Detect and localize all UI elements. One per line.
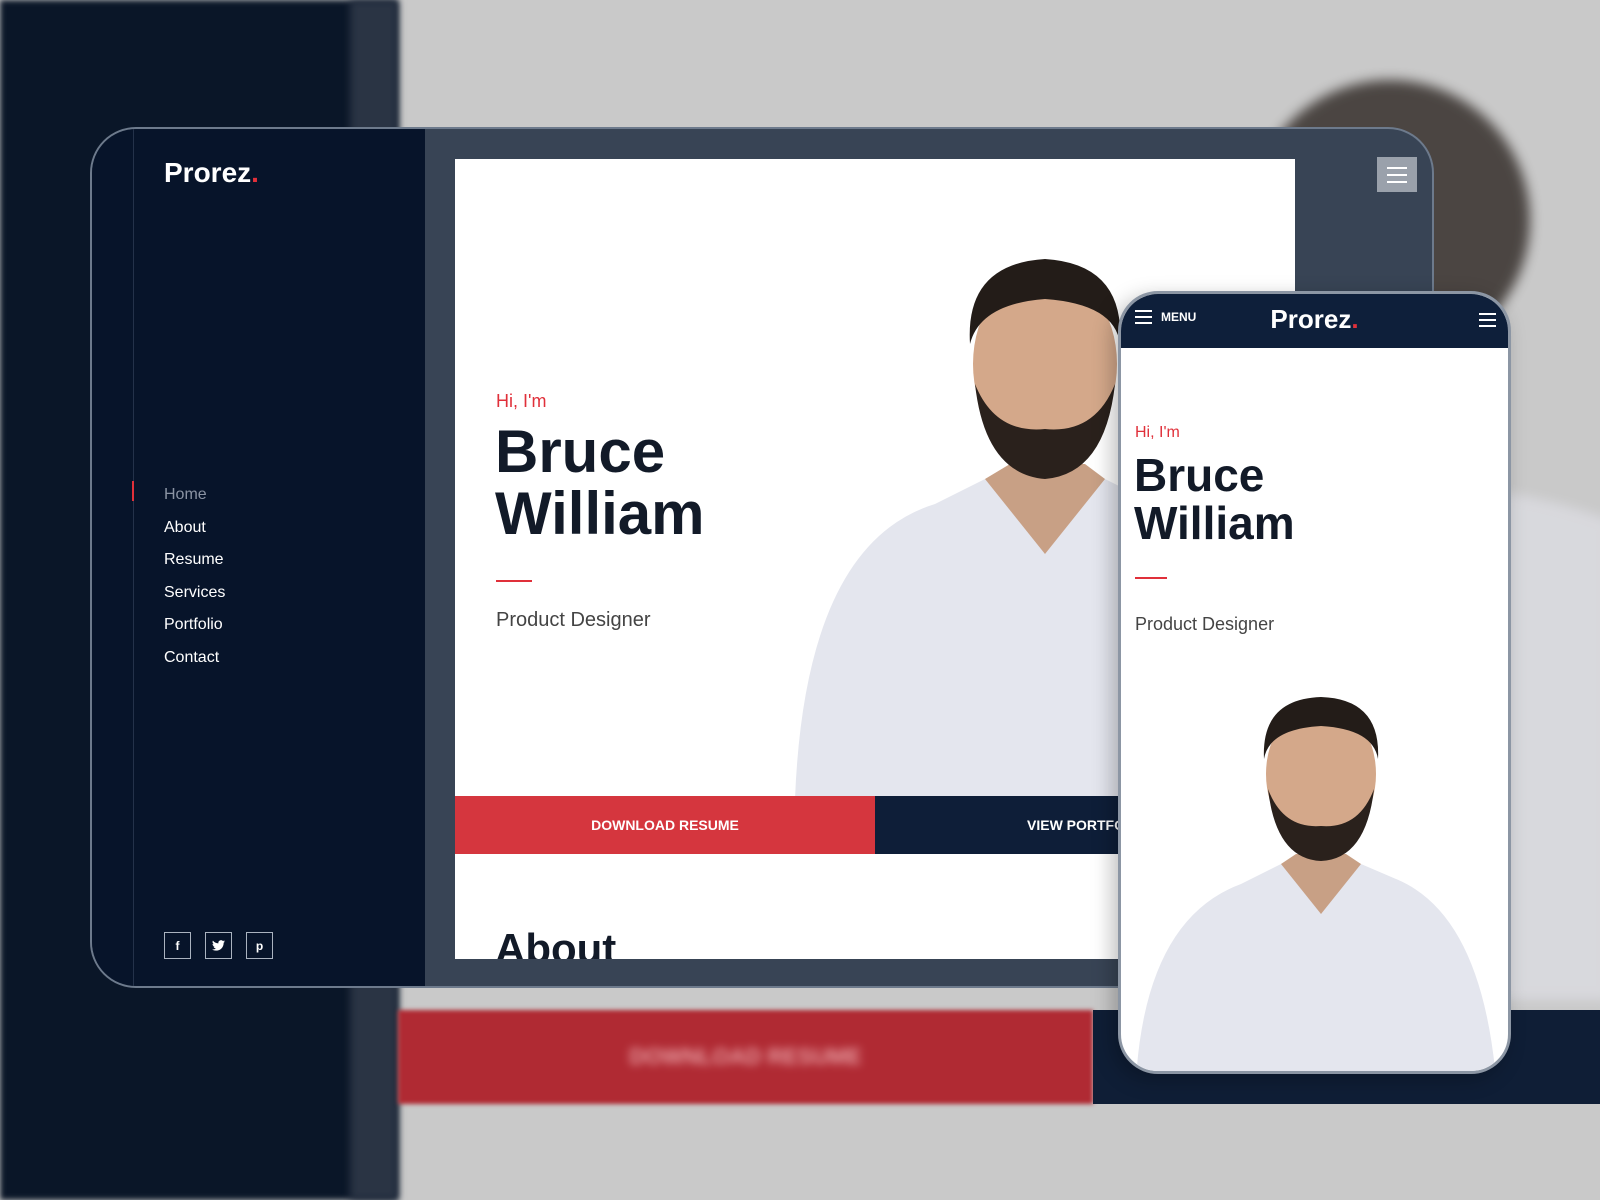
- mobile-hamburger-icon[interactable]: [1479, 313, 1496, 327]
- pinterest-icon[interactable]: p: [246, 932, 273, 959]
- mobile-logo-text: Prorez: [1270, 304, 1352, 334]
- background-download-label: DOWNLOAD RESUME: [629, 1044, 862, 1069]
- about-heading: About: [495, 925, 617, 959]
- mobile-hero-portrait: [1136, 697, 1496, 1071]
- background-download-button-blur: DOWNLOAD RESUME: [398, 1010, 1093, 1104]
- mobile-hero-first-name: Bruce: [1134, 449, 1265, 501]
- mobile-logo[interactable]: Prorez.: [1121, 304, 1508, 335]
- logo[interactable]: Prorez.: [164, 157, 259, 189]
- mobile-hero-divider: [1135, 577, 1167, 579]
- hero-role: Product Designer: [496, 609, 651, 631]
- sidebar-item-services[interactable]: Services: [164, 577, 225, 610]
- sidebar-item-home[interactable]: Home: [164, 479, 225, 512]
- social-links: f p: [164, 932, 273, 959]
- mobile-hero-last-name: William: [1134, 497, 1295, 549]
- sidebar-rail: [133, 129, 134, 986]
- download-resume-button[interactable]: DOWNLOAD RESUME: [455, 796, 875, 854]
- mobile-logo-dot: .: [1351, 304, 1359, 334]
- logo-dot: .: [251, 157, 259, 188]
- sidebar-item-resume[interactable]: Resume: [164, 544, 225, 577]
- sidebar-item-about[interactable]: About: [164, 512, 225, 545]
- sidebar-item-portfolio[interactable]: Portfolio: [164, 609, 225, 642]
- sidebar-nav: Home About Resume Services Portfolio Con…: [164, 479, 225, 675]
- hamburger-menu-button[interactable]: [1377, 157, 1417, 192]
- mobile-hero-greeting: Hi, I'm: [1135, 424, 1180, 441]
- phone-mockup: MENU Prorez. Hi, I'm Bruce William Produc…: [1118, 291, 1511, 1074]
- sidebar: Prorez. Home About Resume Services Portf…: [92, 129, 425, 986]
- hero-first-name: Bruce: [495, 418, 666, 485]
- mobile-header: MENU Prorez.: [1121, 294, 1508, 348]
- active-nav-indicator: [132, 481, 134, 501]
- logo-text: Prorez: [164, 157, 252, 188]
- twitter-icon[interactable]: [205, 932, 232, 959]
- hero-greeting: Hi, I'm: [496, 391, 547, 411]
- hero-name: Bruce William: [495, 421, 705, 545]
- sidebar-item-contact[interactable]: Contact: [164, 642, 225, 675]
- hero-last-name: William: [495, 480, 705, 547]
- facebook-icon[interactable]: f: [164, 932, 191, 959]
- hero-divider: [496, 580, 532, 582]
- mobile-hero-role: Product Designer: [1135, 614, 1275, 634]
- mobile-hero-name: Bruce William: [1134, 451, 1295, 547]
